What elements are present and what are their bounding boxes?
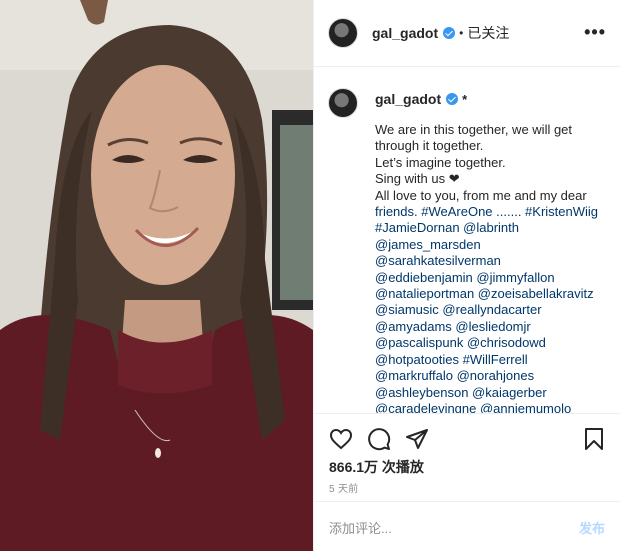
username-link[interactable]: gal_gadot — [372, 25, 438, 41]
caption-line-tags[interactable]: @amyadams @lesliedomjr — [375, 319, 615, 335]
post-actions: 866.1万 次播放 5 天前 添加评论... 发布 — [314, 413, 620, 550]
caption-line-tags[interactable]: @markruffalo @norahjones — [375, 368, 615, 384]
caption-line-tags[interactable]: #JamieDornan @labrinth — [375, 220, 615, 236]
caption-line-tags[interactable]: @siamusic @reallyndacarter — [375, 302, 615, 318]
heart-icon[interactable] — [329, 427, 353, 451]
post-comment-button[interactable]: 发布 — [579, 518, 605, 537]
caption-line-tags[interactable]: @james_marsden — [375, 237, 615, 253]
more-options-icon[interactable]: ••• — [584, 22, 606, 43]
caption-line-tags[interactable]: @eddiebenjamin @jimmyfallon — [375, 270, 615, 286]
caption-line: Let’s imagine together. — [375, 154, 506, 170]
caption-line-tags[interactable]: @sarahkatesilverman — [375, 253, 615, 269]
comment-input[interactable]: 添加评论... — [329, 518, 392, 537]
caption-line-tags[interactable]: @pascalispunk @chrisodowd — [375, 335, 615, 351]
caption-line-tags[interactable]: @hotpatooties #WillFerrell — [375, 352, 615, 368]
caption-marker: * — [462, 92, 468, 107]
bookmark-icon[interactable] — [582, 427, 606, 451]
comment-bar: 添加评论... 发布 — [314, 501, 620, 551]
caption-line: We are in this together, we will get — [375, 122, 573, 137]
caption-line-tags[interactable]: @caradelevingne @anniemumolo — [375, 401, 615, 413]
caption-line: Sing with us ❤ — [375, 171, 460, 187]
following-button[interactable]: 已关注 — [467, 23, 509, 43]
caption-line: All love to you, from me and my dear — [375, 187, 587, 203]
verified-badge-icon — [446, 93, 459, 105]
caption-line-tags[interactable]: @natalieportman @zoeisabellakravitz — [375, 286, 615, 302]
video-player[interactable] — [0, 0, 313, 551]
avatar[interactable] — [328, 18, 358, 48]
post-header: gal_gadot • 已关注 ••• — [314, 0, 620, 67]
verified-badge-icon — [443, 27, 456, 39]
caption-text: We are in this together, we will get thr… — [375, 122, 615, 413]
share-icon[interactable] — [405, 427, 429, 451]
post-panel: gal_gadot • 已关注 ••• gal_gadot * We are in… — [313, 0, 620, 551]
caption-line-tags[interactable]: @ashleybenson @kaiagerber — [375, 385, 615, 401]
caption-line: through it together. — [375, 138, 484, 154]
video-frame — [0, 0, 313, 551]
caption-username[interactable]: gal_gadot — [375, 91, 441, 107]
separator-dot: • — [459, 26, 464, 40]
caption-avatar[interactable] — [328, 88, 358, 118]
caption-line-tags[interactable]: friends. #WeAreOne ....... #KristenWiig — [375, 204, 615, 220]
post-time[interactable]: 5 天前 — [329, 480, 359, 495]
caption-header: gal_gadot * — [314, 68, 620, 118]
view-count: 866.1万 次播放 — [329, 459, 424, 475]
comments-area[interactable]: gal_gadot * We are in this together, we w… — [314, 68, 620, 413]
comment-icon[interactable] — [367, 427, 391, 451]
